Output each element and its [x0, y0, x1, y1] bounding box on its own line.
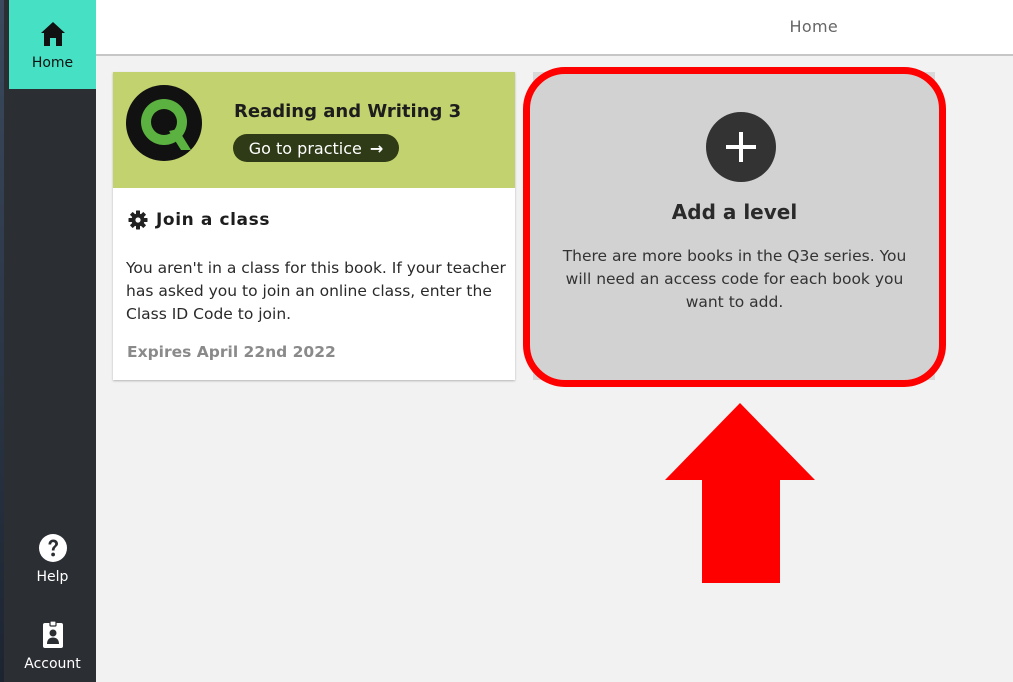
- join-class-description: You aren't in a class for this book. If …: [126, 259, 506, 323]
- join-class-link[interactable]: Join a class: [128, 210, 270, 230]
- go-to-practice-label: Go to practice: [248, 138, 362, 158]
- sidebar-edge: [0, 0, 4, 682]
- top-bar: Home: [96, 0, 1013, 56]
- add-level-button[interactable]: [706, 112, 776, 182]
- sidebar: Home Help Account: [0, 0, 96, 682]
- q-logo-icon: [126, 85, 202, 161]
- sidebar-item-account[interactable]: Account: [9, 612, 96, 680]
- account-icon: [42, 620, 63, 648]
- go-to-practice-button[interactable]: Go to practice →: [233, 134, 399, 162]
- sidebar-item-label: Home: [31, 54, 74, 71]
- arrow-right-icon: →: [369, 138, 384, 158]
- book-card-header: Reading and Writing 3 Go to practice →: [113, 72, 515, 188]
- sidebar-item-label: Help: [36, 569, 69, 585]
- plus-icon-stroke: [739, 132, 743, 162]
- sidebar-item-home[interactable]: Home: [9, 0, 96, 89]
- expiry-date: Expires April 22nd 2022: [127, 343, 336, 361]
- join-class-label: Join a class: [156, 210, 271, 230]
- add-level-description: There are more books in the Q3e series. …: [562, 247, 907, 311]
- add-level-title: Add a level: [671, 200, 798, 224]
- help-icon: [38, 534, 67, 562]
- add-level-card[interactable]: Add a level There are more books in the …: [523, 67, 946, 387]
- sidebar-item-label: Account: [24, 656, 81, 672]
- home-icon: [40, 21, 65, 46]
- sidebar-item-help[interactable]: Help: [9, 526, 96, 592]
- book-card: Reading and Writing 3 Go to practice → J…: [113, 72, 515, 380]
- book-title: Reading and Writing 3: [234, 101, 462, 122]
- gear-icon: [128, 210, 148, 230]
- annotation-arrow-icon: [665, 403, 815, 583]
- page-title: Home: [789, 17, 838, 36]
